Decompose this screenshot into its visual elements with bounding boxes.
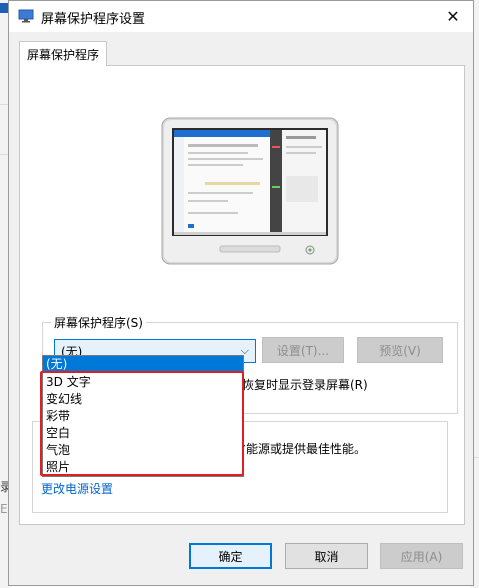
monitor-icon (18, 9, 34, 23)
monitor-preview-image (161, 117, 339, 265)
title-bar: 屏幕保护程序设置 ✕ (9, 1, 473, 32)
background-app-icon (0, 3, 8, 13)
settings-button[interactable]: 设置(T)... (262, 337, 344, 363)
close-icon: ✕ (446, 7, 460, 26)
background-text: E (0, 502, 8, 516)
window-title: 屏幕保护程序设置 (41, 12, 146, 27)
change-power-settings-link[interactable]: 更改电源设置 (41, 480, 113, 497)
resume-login-checkbox-label[interactable]: 恢复时显示登录屏幕(R) (242, 376, 368, 393)
preview-button[interactable]: 预览(V) (357, 337, 443, 363)
screensaver-group-label: 屏幕保护程序(S) (51, 314, 146, 331)
power-description: 省能源或提供最佳性能。 (234, 442, 367, 456)
apply-button[interactable]: 应用(A) (380, 543, 463, 569)
annotation-highlight-box (40, 371, 244, 476)
tab-screensaver[interactable]: 屏幕保护程序 (19, 41, 107, 66)
cancel-button[interactable]: 取消 (285, 543, 368, 569)
close-button[interactable]: ✕ (433, 1, 473, 32)
ok-button[interactable]: 确定 (189, 543, 272, 569)
